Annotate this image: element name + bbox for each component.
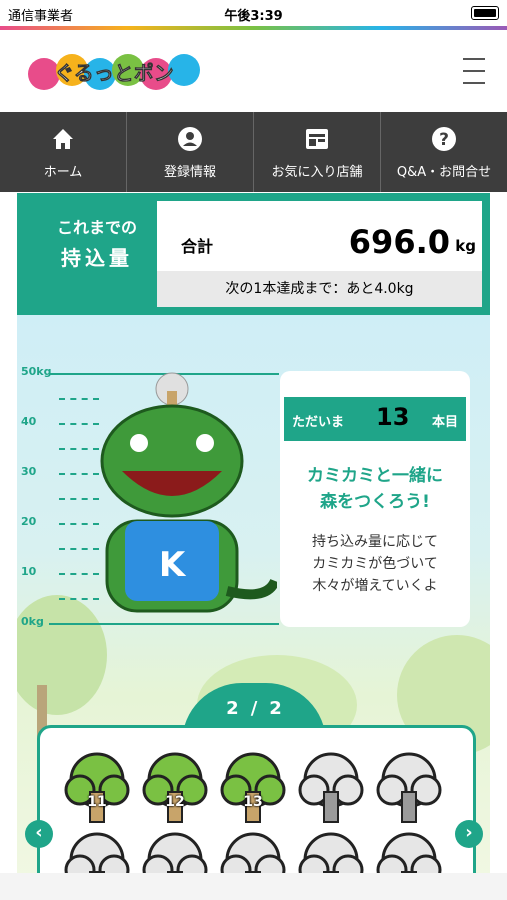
tree-icon bbox=[64, 752, 130, 823]
total-title: これまでの 持込量 bbox=[37, 213, 157, 273]
tree-number: 12 bbox=[165, 794, 185, 810]
tree-count-card: ただいま 13 本目 カミカミと一緒に 森をつくろう! 持ち込み量に応じて カミ… bbox=[280, 371, 470, 627]
scale-tick-0: 0kg bbox=[21, 615, 44, 628]
tree-slot: 11 bbox=[62, 750, 132, 830]
next-goal-text: 次の1本達成まで：あと4.0kg bbox=[157, 271, 482, 307]
app-header: ぐるっとポン bbox=[0, 30, 507, 112]
slogan: カミカミと一緒に 森をつくろう! bbox=[280, 463, 470, 515]
slogan-line1: カミカミと一緒に bbox=[307, 466, 443, 486]
prev-page-button[interactable]: ‹ bbox=[25, 820, 53, 848]
scale-tick-30: 30 bbox=[21, 465, 37, 478]
page-current: 2 bbox=[226, 698, 239, 719]
forest-scene: 50kg 40 30 20 10 0kg K ただいま 13 本目 カミカミと一… bbox=[17, 315, 490, 900]
main-nav: ホーム 登録情報 お気に入り店舗 ? Q&A・お問合せ bbox=[0, 112, 507, 192]
svg-text:?: ? bbox=[439, 130, 449, 150]
total-panel: これまでの 持込量 合計 696.0 kg 次の1本達成まで：あと4.0kg bbox=[17, 193, 490, 315]
next-page-button[interactable]: › bbox=[455, 820, 483, 848]
sum-label: 合計 bbox=[181, 237, 214, 256]
nav-favorite-shops-label: お気に入り店舗 bbox=[271, 164, 363, 180]
nav-faq-contact[interactable]: ? Q&A・お問合せ bbox=[381, 112, 507, 192]
description-line1: 持ち込み量に応じて bbox=[312, 534, 438, 550]
description: 持ち込み量に応じて カミカミが色づいて 木々が増えていくよ bbox=[280, 531, 470, 597]
description-line3: 木々が増えていくよ bbox=[312, 578, 438, 594]
tree-slot: 13 bbox=[218, 750, 288, 830]
bottom-bar bbox=[0, 873, 507, 900]
nav-home[interactable]: ホーム bbox=[0, 112, 127, 192]
nav-account-label: 登録情報 bbox=[163, 164, 216, 180]
nav-faq-contact-label: Q&A・お問合せ bbox=[396, 164, 492, 180]
scale-tick-40: 40 bbox=[21, 415, 37, 428]
total-unit: kg bbox=[455, 237, 476, 255]
tree-slot bbox=[296, 750, 366, 830]
tree-count-badge: ただいま 13 本目 bbox=[284, 397, 466, 441]
status-bar: 通信事業者 午後3:39 bbox=[0, 0, 507, 26]
user-icon bbox=[178, 126, 202, 151]
total-value: 696.0 bbox=[348, 223, 450, 261]
nav-account[interactable]: 登録情報 bbox=[127, 112, 254, 192]
tree-count-value: 13 bbox=[376, 403, 410, 431]
total-box: 合計 696.0 kg 次の1本達成まで：あと4.0kg bbox=[157, 201, 482, 307]
nav-home-label: ホーム bbox=[43, 164, 83, 180]
page-separator: / bbox=[250, 698, 258, 719]
tree-icon bbox=[142, 752, 208, 823]
page-total: 2 bbox=[269, 698, 282, 719]
tree-slot: 12 bbox=[140, 750, 210, 830]
nav-favorite-shops[interactable]: お気に入り店舗 bbox=[254, 112, 381, 192]
total-title-line1: これまでの bbox=[56, 218, 137, 237]
tree-number: 11 bbox=[87, 794, 107, 810]
app-logo[interactable]: ぐるっとポン bbox=[24, 40, 204, 100]
tree-slot bbox=[374, 750, 444, 830]
scale-tick-50: 50kg bbox=[21, 365, 52, 378]
question-icon: ? bbox=[432, 126, 456, 151]
slogan-line2: 森をつくろう! bbox=[320, 492, 430, 512]
tree-count-prefix: ただいま bbox=[292, 415, 345, 430]
scale-tick-20: 20 bbox=[21, 515, 37, 528]
battery-icon bbox=[471, 6, 499, 20]
mascot-character: K bbox=[100, 372, 277, 613]
total-title-line2: 持込量 bbox=[61, 246, 133, 270]
hamburger-menu-icon[interactable] bbox=[463, 58, 485, 86]
description-line2: カミカミが色づいて bbox=[312, 556, 438, 572]
scale-tick-10: 10 bbox=[21, 565, 37, 578]
tree-icon bbox=[220, 752, 286, 823]
logo-text: ぐるっとポン bbox=[54, 61, 174, 85]
home-icon bbox=[53, 128, 73, 149]
tree-count-suffix: 本目 bbox=[431, 415, 458, 430]
shop-icon bbox=[306, 128, 328, 149]
tree-icon bbox=[298, 752, 364, 823]
svg-text:K: K bbox=[159, 545, 187, 585]
tree-number: 13 bbox=[243, 794, 263, 810]
tree-icon bbox=[376, 752, 442, 823]
clock: 午後3:39 bbox=[224, 9, 283, 24]
